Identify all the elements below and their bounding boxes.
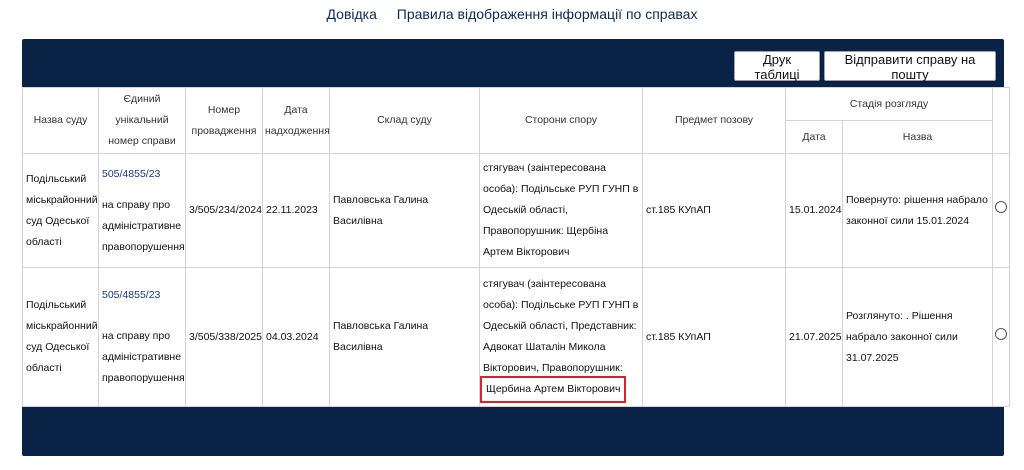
proceeding-number: 3/505/234/2024 — [185, 153, 263, 268]
header-stage: Стадія розгляду — [785, 87, 993, 121]
top-navigation: Довідка Правила відображення інформації … — [0, 6, 1024, 22]
date-received: 22.11.2023 — [262, 153, 330, 268]
header-stage-name: Назва — [842, 120, 993, 154]
case-number-link[interactable]: 505/4855/23 — [102, 285, 182, 306]
date-received: 04.03.2024 — [262, 267, 330, 407]
cases-table: Назва суду Єдиний унікальний номер справ… — [22, 87, 1010, 407]
case-description: на справу про адміністративне правопоруш… — [102, 330, 185, 384]
table-row[interactable]: Подільський міськрайонний суд Одеської о… — [22, 267, 1010, 407]
row-select-radio[interactable] — [992, 267, 1010, 407]
subject: ст.185 КУпАП — [642, 267, 786, 407]
panel-footer — [22, 407, 1004, 456]
proceeding-number: 3/505/338/2025 — [185, 267, 263, 407]
case-number-link[interactable]: 505/4855/23 — [102, 164, 182, 185]
subject: ст.185 КУпАП — [642, 153, 786, 268]
parties: стягувач (заінтересована особа): Подільс… — [479, 153, 643, 268]
court-composition: Павловська Галина Василівна — [329, 267, 480, 407]
print-table-button[interactable]: Друк таблиці — [734, 51, 820, 82]
send-case-email-button[interactable]: Відправити справу на пошту — [824, 51, 996, 82]
header-date-received: Дата надходження — [262, 87, 330, 154]
header-court-composition: Склад суду — [329, 87, 480, 154]
case-number-cell: 505/4855/23 на справу про адміністративн… — [98, 153, 186, 268]
header-proceeding-number: Номер провадження — [185, 87, 263, 154]
stage-name: Повернуто: рішення набрало законної сили… — [842, 153, 993, 268]
court-composition: Павловська Галина Василівна — [329, 153, 480, 268]
stage-name: Розглянуто: . Рішення набрало законної с… — [842, 267, 993, 407]
highlighted-party: Щербина Артем Вікторович — [479, 376, 627, 403]
row-select-radio[interactable] — [992, 153, 1010, 268]
panel-toolbar: Друк таблиці Відправити справу на пошту — [22, 39, 1004, 87]
court-name: Подільський міськрайонний суд Одеської о… — [22, 267, 99, 407]
case-description: на справу про адміністративне правопоруш… — [102, 198, 185, 253]
header-stage-date: Дата — [785, 120, 843, 154]
stage-date: 21.07.2025 — [785, 267, 843, 407]
header-unique-number: Єдиний унікальний номер справи — [98, 87, 186, 154]
header-subject: Предмет позову — [642, 87, 786, 154]
stage-date: 15.01.2024 — [785, 153, 843, 268]
help-link[interactable]: Довідка — [327, 6, 377, 22]
display-rules-link[interactable]: Правила відображення інформації по справ… — [397, 6, 698, 22]
table-row[interactable]: Подільський міськрайонний суд Одеської о… — [22, 153, 1010, 268]
header-parties: Сторони спору — [479, 87, 643, 154]
court-name: Подільський міськрайонний суд Одеської о… — [22, 153, 99, 268]
case-number-cell: 505/4855/23 на справу про адміністративн… — [98, 267, 186, 407]
cases-panel: Друк таблиці Відправити справу на пошту … — [22, 39, 1010, 456]
header-court: Назва суду — [22, 87, 99, 154]
parties: стягувач (заінтересована особа): Подільс… — [479, 267, 643, 407]
cases-table-container: Назва суду Єдиний унікальний номер справ… — [22, 87, 1010, 407]
parties-text: стягувач (заінтересована особа): Подільс… — [483, 278, 639, 374]
